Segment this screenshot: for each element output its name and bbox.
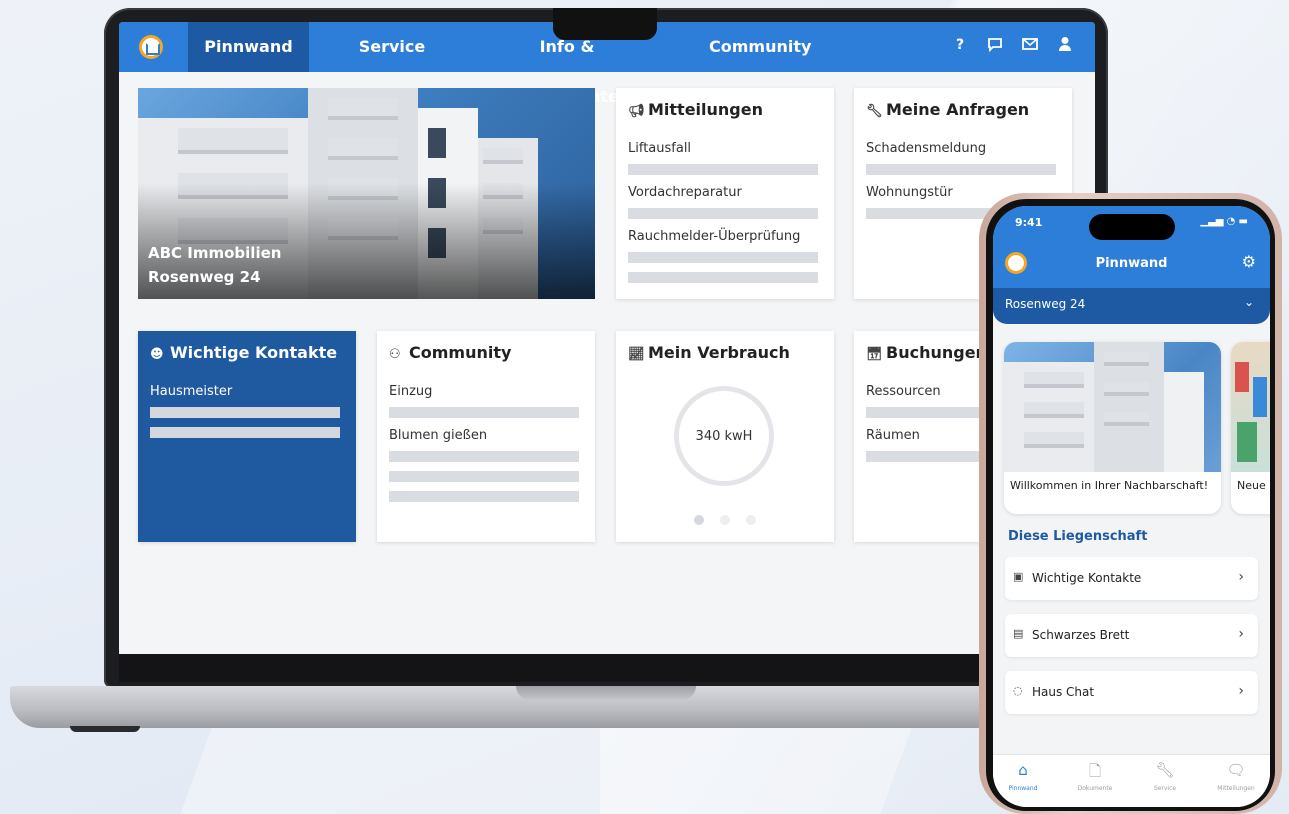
person-icon: ☻ bbox=[150, 347, 164, 362]
chat-icon[interactable] bbox=[985, 36, 1005, 56]
laptop-opening-notch bbox=[516, 686, 696, 700]
welcome-card[interactable]: Willkommen in Ihrer Nachbarschaft! bbox=[1004, 342, 1221, 514]
megaphone-icon: 📢︎ bbox=[628, 104, 645, 119]
document-icon: 🗋︎ bbox=[1088, 762, 1102, 780]
card-title: Wichtige Kontakte bbox=[170, 343, 338, 362]
list-item[interactable]: Wohnungstür bbox=[866, 185, 953, 200]
card-wichtige-kontakte[interactable]: ☻ Wichtige Kontakte Hausmeister bbox=[138, 331, 356, 542]
row-label: Wichtige Kontakte bbox=[1032, 571, 1142, 585]
dynamic-island bbox=[1089, 214, 1175, 240]
chevron-right-icon: › bbox=[1238, 626, 1244, 642]
carousel-dot[interactable] bbox=[720, 515, 730, 525]
row-label: Schwarzes Brett bbox=[1032, 628, 1130, 642]
row-haus-chat[interactable]: ◌ Haus Chat › bbox=[1005, 671, 1258, 714]
consumption-value: 340 kwH bbox=[695, 429, 753, 444]
speech-bubble-icon: 🗨︎ bbox=[1226, 761, 1246, 779]
user-icon[interactable] bbox=[1055, 36, 1075, 56]
calendar-icon: 📅︎ bbox=[866, 347, 883, 362]
status-time: 9:41 bbox=[1015, 216, 1043, 229]
card-mitteilungen[interactable]: 📢︎ Mitteilungen Liftausfall Vordachrepara… bbox=[616, 88, 834, 299]
wrench-icon: 🔧︎ bbox=[1155, 761, 1175, 779]
list-item[interactable]: Vordachreparatur bbox=[628, 185, 742, 200]
row-wichtige-kontakte[interactable]: ▣ Wichtige Kontakte › bbox=[1005, 557, 1258, 600]
nav-service[interactable]: Service bbox=[345, 22, 439, 72]
list-item[interactable]: Einzug bbox=[389, 384, 432, 399]
card-mein-verbrauch[interactable]: 📈︎ Mein Verbrauch 340 kwH bbox=[616, 331, 834, 542]
card-title: Mein Verbrauch bbox=[648, 343, 790, 362]
contact-card-icon: ▣ bbox=[1013, 570, 1024, 583]
mobile-title: Pinnwand bbox=[1095, 256, 1168, 271]
illustration-image bbox=[1231, 342, 1270, 472]
gear-icon[interactable]: ⚙ bbox=[1242, 252, 1256, 271]
card-caption: Neue bbox=[1237, 479, 1266, 492]
carousel-dot[interactable] bbox=[694, 515, 704, 525]
laptop-base bbox=[10, 686, 1010, 728]
card-community[interactable]: ⚇ Community Einzug Blumen gießen bbox=[377, 331, 595, 542]
list-item[interactable]: Schadensmeldung bbox=[866, 141, 986, 156]
tab-label: Mitteilungen bbox=[1217, 785, 1255, 792]
list-item[interactable]: Räumen bbox=[866, 428, 920, 443]
wrench-icon: 🔧︎ bbox=[866, 104, 883, 119]
card-title: Mitteilungen bbox=[648, 100, 763, 119]
row-label: Haus Chat bbox=[1032, 685, 1095, 699]
section-title: Diese Liegenschaft bbox=[1008, 529, 1148, 544]
bottom-tab-bar: ⌂ Pinnwand 🗋︎ Dokumente 🔧︎ Service 🗨︎ Mi… bbox=[993, 754, 1270, 807]
row-schwarzes-brett[interactable]: ▤ Schwarzes Brett › bbox=[1005, 614, 1258, 657]
nav-community[interactable]: Community bbox=[709, 22, 811, 72]
nav-pinnwand[interactable]: Pinnwand bbox=[188, 22, 309, 72]
property-hero-image[interactable]: ABC Immobilien Rosenweg 24 bbox=[138, 88, 595, 299]
mail-icon[interactable] bbox=[1020, 37, 1040, 55]
card-title: Buchungen bbox=[886, 343, 987, 362]
chevron-right-icon: › bbox=[1238, 683, 1244, 699]
app-logo-icon[interactable] bbox=[139, 35, 163, 59]
tab-pinnwand[interactable]: ⌂ Pinnwand bbox=[993, 761, 1053, 792]
card-title: Meine Anfragen bbox=[886, 100, 1030, 119]
card-title: Community bbox=[409, 343, 512, 362]
news-card[interactable]: Neue bbox=[1231, 342, 1270, 514]
help-icon[interactable]: ? bbox=[950, 37, 970, 53]
desktop-screen: Pinnwand Service Info & Dokumente Commun… bbox=[119, 22, 1095, 654]
tab-service[interactable]: 🔧︎ Service bbox=[1135, 761, 1195, 792]
location-selector[interactable]: Rosenweg 24 ⌄ bbox=[993, 288, 1270, 324]
building-image bbox=[1004, 342, 1221, 472]
laptop-foot bbox=[70, 726, 140, 732]
laptop-notch bbox=[553, 8, 657, 40]
bulletin-board-icon: ▤ bbox=[1013, 627, 1024, 640]
property-company: ABC Immobilien bbox=[148, 244, 282, 262]
list-item[interactable]: Ressourcen bbox=[866, 384, 941, 399]
laptop-bezel bbox=[119, 654, 1095, 682]
mobile-screen: 9:41 ▁▃▅ ◔ ▬ Pinnwand ⚙ Rosenweg 24 ⌄ Wi… bbox=[993, 206, 1270, 807]
list-item[interactable]: Rauchmelder-Überprüfung bbox=[628, 229, 800, 244]
card-caption: Willkommen in Ihrer Nachbarschaft! bbox=[1010, 479, 1209, 492]
property-address: Rosenweg 24 bbox=[148, 268, 261, 286]
chevron-down-icon: ⌄ bbox=[1243, 295, 1254, 309]
tab-label: Dokumente bbox=[1077, 785, 1113, 792]
line-chart-icon: 📈︎ bbox=[628, 347, 645, 362]
chevron-right-icon: › bbox=[1238, 569, 1244, 585]
list-item[interactable]: Liftausfall bbox=[628, 141, 691, 156]
tab-label: Service bbox=[1153, 785, 1177, 792]
list-item[interactable]: Blumen gießen bbox=[389, 428, 487, 443]
home-icon: ⌂ bbox=[1018, 761, 1028, 779]
tab-mitteilungen[interactable]: 🗨︎ Mitteilungen bbox=[1206, 761, 1266, 792]
tab-dokumente[interactable]: 🗋︎ Dokumente bbox=[1065, 761, 1125, 792]
carousel-dot[interactable] bbox=[746, 515, 756, 525]
status-icons: ▁▃▅ ◔ ▬ bbox=[1200, 216, 1248, 227]
group-icon: ⚇ bbox=[389, 347, 401, 362]
list-item[interactable]: Hausmeister bbox=[150, 384, 232, 399]
tab-label: Pinnwand bbox=[1008, 785, 1038, 792]
location-label: Rosenweg 24 bbox=[1005, 297, 1086, 311]
chat-icon: ◌ bbox=[1013, 684, 1023, 697]
